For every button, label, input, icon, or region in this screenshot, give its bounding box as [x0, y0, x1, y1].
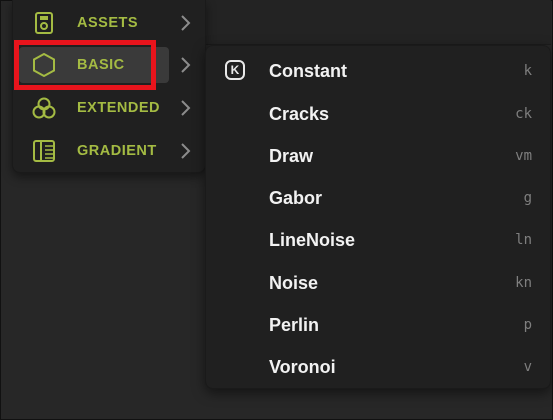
gradient-square-icon — [31, 139, 57, 163]
shortcut-hint: k — [523, 63, 532, 79]
submenu-item-label: Perlin — [269, 315, 320, 335]
constant-k-icon: K — [225, 60, 245, 80]
category-label: GRADIENT — [77, 143, 157, 159]
chevron-right-icon — [179, 142, 191, 160]
category-menu: ASSETS BASIC EXTENDED GRADIENT — [12, 0, 206, 173]
category-item-assets[interactable]: ASSETS — [13, 3, 205, 43]
submenu-item-label: Gabor — [269, 188, 323, 208]
triple-circle-icon — [31, 96, 57, 120]
shortcut-hint: p — [523, 317, 532, 333]
shortcut-hint: v — [523, 359, 532, 375]
submenu-item-gabor[interactable]: Gabor g — [206, 177, 550, 219]
basic-submenu: K Constant k Cracks ck Draw vm Gabor g L… — [205, 45, 551, 389]
category-item-basic[interactable]: BASIC — [13, 45, 205, 85]
submenu-item-voronoi[interactable]: Voronoi v — [206, 346, 550, 388]
shortcut-hint: ln — [515, 232, 532, 248]
category-label: BASIC — [77, 57, 125, 73]
submenu-item-label: Constant — [269, 61, 347, 81]
submenu-item-cracks[interactable]: Cracks ck — [206, 93, 550, 135]
chevron-right-icon — [179, 56, 191, 74]
asset-file-icon — [31, 11, 57, 35]
shortcut-hint: g — [523, 190, 532, 206]
submenu-item-linenoise[interactable]: LineNoise ln — [206, 219, 550, 261]
submenu-item-draw[interactable]: Draw vm — [206, 135, 550, 177]
top-bar — [205, 0, 551, 45]
shortcut-hint: ck — [515, 106, 532, 122]
submenu-item-label: Voronoi — [269, 357, 336, 377]
category-item-gradient[interactable]: GRADIENT — [13, 131, 205, 171]
submenu-item-perlin[interactable]: Perlin p — [206, 304, 550, 346]
submenu-item-constant[interactable]: K Constant k — [206, 50, 550, 92]
submenu-item-noise[interactable]: Noise kn — [206, 262, 550, 304]
submenu-item-label: Draw — [269, 146, 314, 166]
submenu-item-label: LineNoise — [269, 230, 356, 250]
category-label: ASSETS — [77, 15, 139, 31]
shortcut-hint: kn — [515, 275, 532, 291]
submenu-item-label: Cracks — [269, 104, 330, 124]
shortcut-hint: vm — [515, 148, 532, 164]
submenu-item-label: Noise — [269, 273, 319, 293]
hexagon-icon — [31, 52, 57, 78]
category-label: EXTENDED — [77, 100, 160, 116]
chevron-right-icon — [179, 14, 191, 32]
chevron-right-icon — [179, 99, 191, 117]
category-item-extended[interactable]: EXTENDED — [13, 88, 205, 128]
